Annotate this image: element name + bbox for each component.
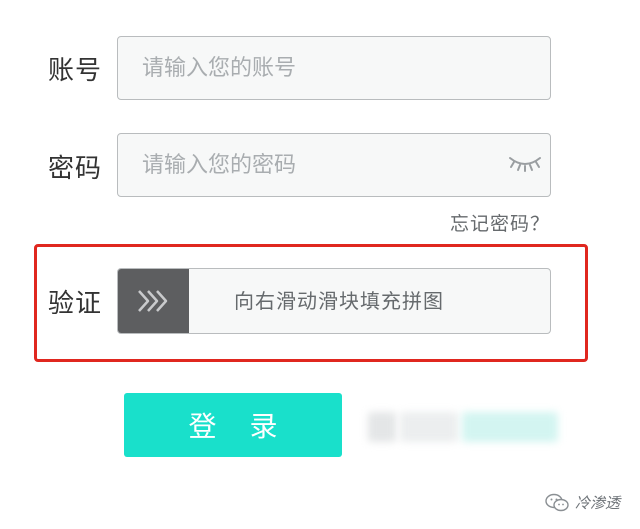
eye-closed-icon[interactable]	[508, 154, 542, 174]
triple-chevron-right-icon	[138, 290, 168, 312]
slider-instruction: 向右滑动滑块填充拼图	[234, 289, 444, 313]
redacted-block	[368, 412, 396, 442]
slider-captcha[interactable]: 向右滑动滑块填充拼图	[117, 268, 551, 334]
redacted-block	[400, 412, 458, 442]
watermark: 冷渗透	[545, 492, 620, 513]
login-button[interactable]: 登 录	[124, 393, 342, 457]
watermark-text: 冷渗透	[574, 494, 620, 512]
redacted-block	[462, 412, 558, 442]
account-input[interactable]	[118, 37, 550, 99]
account-field[interactable]	[117, 36, 551, 100]
password-field[interactable]	[117, 133, 551, 197]
forgot-password-link[interactable]: 忘记密码？	[450, 209, 550, 236]
wechat-icon	[545, 493, 569, 511]
password-input[interactable]	[118, 134, 550, 196]
slider-handle[interactable]	[118, 269, 189, 333]
verify-label: 验证	[48, 289, 103, 319]
password-label: 密码	[48, 154, 103, 184]
account-label: 账号	[48, 56, 103, 86]
